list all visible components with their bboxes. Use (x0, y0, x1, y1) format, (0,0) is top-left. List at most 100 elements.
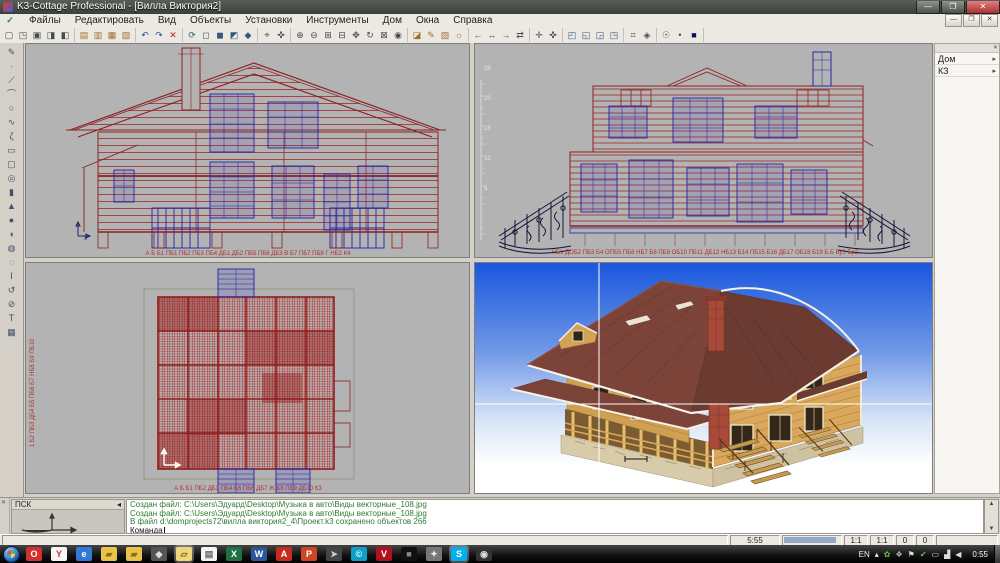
trim-tool-icon[interactable]: ⊘ (4, 297, 20, 311)
taskbar-app-word[interactable]: W (251, 547, 267, 561)
viewport-cascade-icon[interactable]: ◲ (594, 29, 607, 42)
taskbar-app-app-v[interactable]: V (376, 547, 392, 561)
tray-flag-icon[interactable]: ⚑ (908, 550, 915, 559)
paint-icon[interactable]: ◪ (411, 29, 424, 42)
start-button[interactable] (3, 546, 20, 563)
new-file-icon[interactable]: ▢ (3, 29, 16, 42)
redraw-icon[interactable]: ⟳ (186, 29, 199, 42)
save-icon[interactable]: ▣ (31, 29, 44, 42)
solid-tube-icon[interactable]: ◌ (4, 255, 20, 269)
draw-ellipse-icon[interactable]: ◎ (4, 171, 20, 185)
orbit-icon[interactable]: ↻ (364, 29, 377, 42)
draw-rect-icon[interactable]: ▭ (4, 143, 20, 157)
scroll-down-icon[interactable]: ▼ (989, 525, 995, 533)
taskbar-app-notepad[interactable]: ▤ (201, 547, 217, 561)
snap-grid-icon[interactable]: ◈ (641, 29, 654, 42)
taskbar-app-excel[interactable]: X (226, 547, 242, 561)
move-icon[interactable]: ✛ (533, 29, 546, 42)
pan-both-icon[interactable]: ↔ (486, 29, 499, 42)
move-point-icon[interactable]: ✜ (547, 29, 560, 42)
tray-app-icon[interactable]: ❖ (896, 550, 903, 559)
taskbar-app-app-copyright[interactable]: © (351, 547, 367, 561)
gallery-icon[interactable]: ▧ (120, 29, 133, 42)
point-icon[interactable]: • (674, 29, 687, 42)
command-prompt[interactable]: Команда (130, 527, 980, 535)
panel-item-дом[interactable]: Дом▸ (935, 53, 999, 65)
open-folder-icon[interactable]: ◳ (17, 29, 30, 42)
taskbar-app-app-diamond[interactable]: ◆ (151, 547, 167, 561)
redo-icon[interactable]: ↷ (153, 29, 166, 42)
print-icon[interactable]: ◧ (59, 29, 72, 42)
import-image-icon[interactable]: ▤ (78, 29, 91, 42)
child-restore-button[interactable]: ❐ (963, 14, 980, 27)
minimize-button[interactable]: — (916, 1, 940, 14)
panel-close-icon[interactable]: ✕ (993, 44, 998, 52)
taskbar-app-powerpoint[interactable]: P (301, 547, 317, 561)
hidden-line-view-icon[interactable]: ◼ (214, 29, 227, 42)
taskbar-app-browser-y[interactable]: Y (51, 547, 67, 561)
pan-left-icon[interactable]: ← (472, 29, 485, 42)
menu-item-объекты[interactable]: Объекты (183, 14, 238, 27)
snap-node-icon[interactable]: ⌗ (627, 29, 640, 42)
menu-item-установки[interactable]: Установки (238, 14, 299, 27)
zoom-window-icon[interactable]: ⊞ (322, 29, 335, 42)
taskbar-app-ie[interactable]: e (76, 547, 92, 561)
ucs-collapse-icon[interactable]: ◂ (117, 500, 121, 509)
save-all-icon[interactable]: ◨ (45, 29, 58, 42)
menu-item-редактировать[interactable]: Редактировать (68, 14, 151, 27)
viewport-plan[interactable]: 1 Б2 ПБ3 ДБ4 Б5 ПБ6 Б7 НБ8 Б9 ПБ10 А Б Б… (25, 262, 470, 494)
draw-circle-icon[interactable]: ○ (4, 101, 20, 115)
solid-torus-icon[interactable]: ◍ (4, 241, 20, 255)
menu-item-вид[interactable]: Вид (151, 14, 183, 27)
panel-item-кз[interactable]: КЗ▸ (935, 65, 999, 77)
taskbar-app-folder-1[interactable]: ▰ (101, 547, 117, 561)
edit-pen-icon[interactable]: ✎ (425, 29, 438, 42)
menu-item-инструменты[interactable]: Инструменты (299, 14, 375, 27)
tray-green-icon[interactable]: ✿ (884, 550, 891, 559)
tray-shield-icon[interactable]: ✔ (920, 550, 927, 559)
pan-hand-icon[interactable]: ✥ (350, 29, 363, 42)
taskbar-app-folder-open[interactable]: ▱ (176, 547, 192, 561)
zoom-out-icon[interactable]: ⊖ (308, 29, 321, 42)
taskbar-clock[interactable]: 0:55 (972, 550, 988, 559)
wireframe-view-icon[interactable]: ◻ (200, 29, 213, 42)
viewport-elevation-front[interactable]: НБ1 ДОБ2 ПБ3 Б4 ОПБ5 ПБ6 НБ7 Б8 ПБ9 ОБ10… (474, 43, 933, 258)
solid-hemisphere-icon[interactable]: ◖ (4, 227, 20, 241)
rotate-tool-icon[interactable]: ↺ (4, 283, 20, 297)
taskbar-app-camera[interactable]: ◉ (476, 547, 492, 561)
child-minimize-button[interactable]: — (945, 14, 962, 27)
console-output[interactable]: Создан файл: C:\Users\Эдуард\Desktop\Муз… (126, 499, 984, 534)
menu-item-справка[interactable]: Справка (446, 14, 499, 27)
screenshot-icon[interactable]: ▦ (106, 29, 119, 42)
menu-item-дом[interactable]: Дом (376, 14, 409, 27)
viewport-close-icon[interactable]: ◳ (608, 29, 621, 42)
language-indicator[interactable]: EN (859, 550, 870, 559)
console-grip[interactable]: ✕ (0, 498, 10, 535)
taskbar-app-app-black[interactable]: ■ (401, 547, 417, 561)
draw-square-icon[interactable]: ▢ (4, 157, 20, 171)
child-close-button[interactable]: ✕ (981, 14, 998, 27)
solid-cone-icon[interactable]: ▲ (4, 199, 20, 213)
tray-network-icon[interactable]: ▟ (944, 550, 950, 559)
viewport-single-icon[interactable]: ◰ (566, 29, 579, 42)
tray-display-icon[interactable]: ▭ (932, 550, 940, 559)
draw-spline-icon[interactable]: ∿ (4, 115, 20, 129)
undo-icon[interactable]: ↶ (139, 29, 152, 42)
viewport-split-icon[interactable]: ◱ (580, 29, 593, 42)
draw-segment-icon[interactable]: ⟋ (4, 73, 20, 87)
table-tool-icon[interactable]: ▦ (4, 325, 20, 339)
taskbar-app-app-arrow[interactable]: ➤ (326, 547, 342, 561)
zoom-extents-icon[interactable]: ⊠ (378, 29, 391, 42)
solid-box-icon[interactable]: ▮ (4, 185, 20, 199)
render-view-icon[interactable]: ◆ (242, 29, 255, 42)
menu-item-окна[interactable]: Окна (409, 14, 446, 27)
viewport-3d-render[interactable] (474, 262, 933, 494)
zoom-in-icon[interactable]: ⊕ (294, 29, 307, 42)
light-icon[interactable]: ☼ (453, 29, 466, 42)
zoom-previous-icon[interactable]: ⊟ (336, 29, 349, 42)
draw-curve-icon[interactable]: ζ (4, 129, 20, 143)
console-close-icon[interactable]: ✕ (1, 499, 6, 506)
draw-line-icon[interactable]: ✎ (4, 45, 20, 59)
taskbar-app-app-gray[interactable]: ✦ (426, 547, 442, 561)
menu-item-файлы[interactable]: Файлы (22, 14, 68, 27)
